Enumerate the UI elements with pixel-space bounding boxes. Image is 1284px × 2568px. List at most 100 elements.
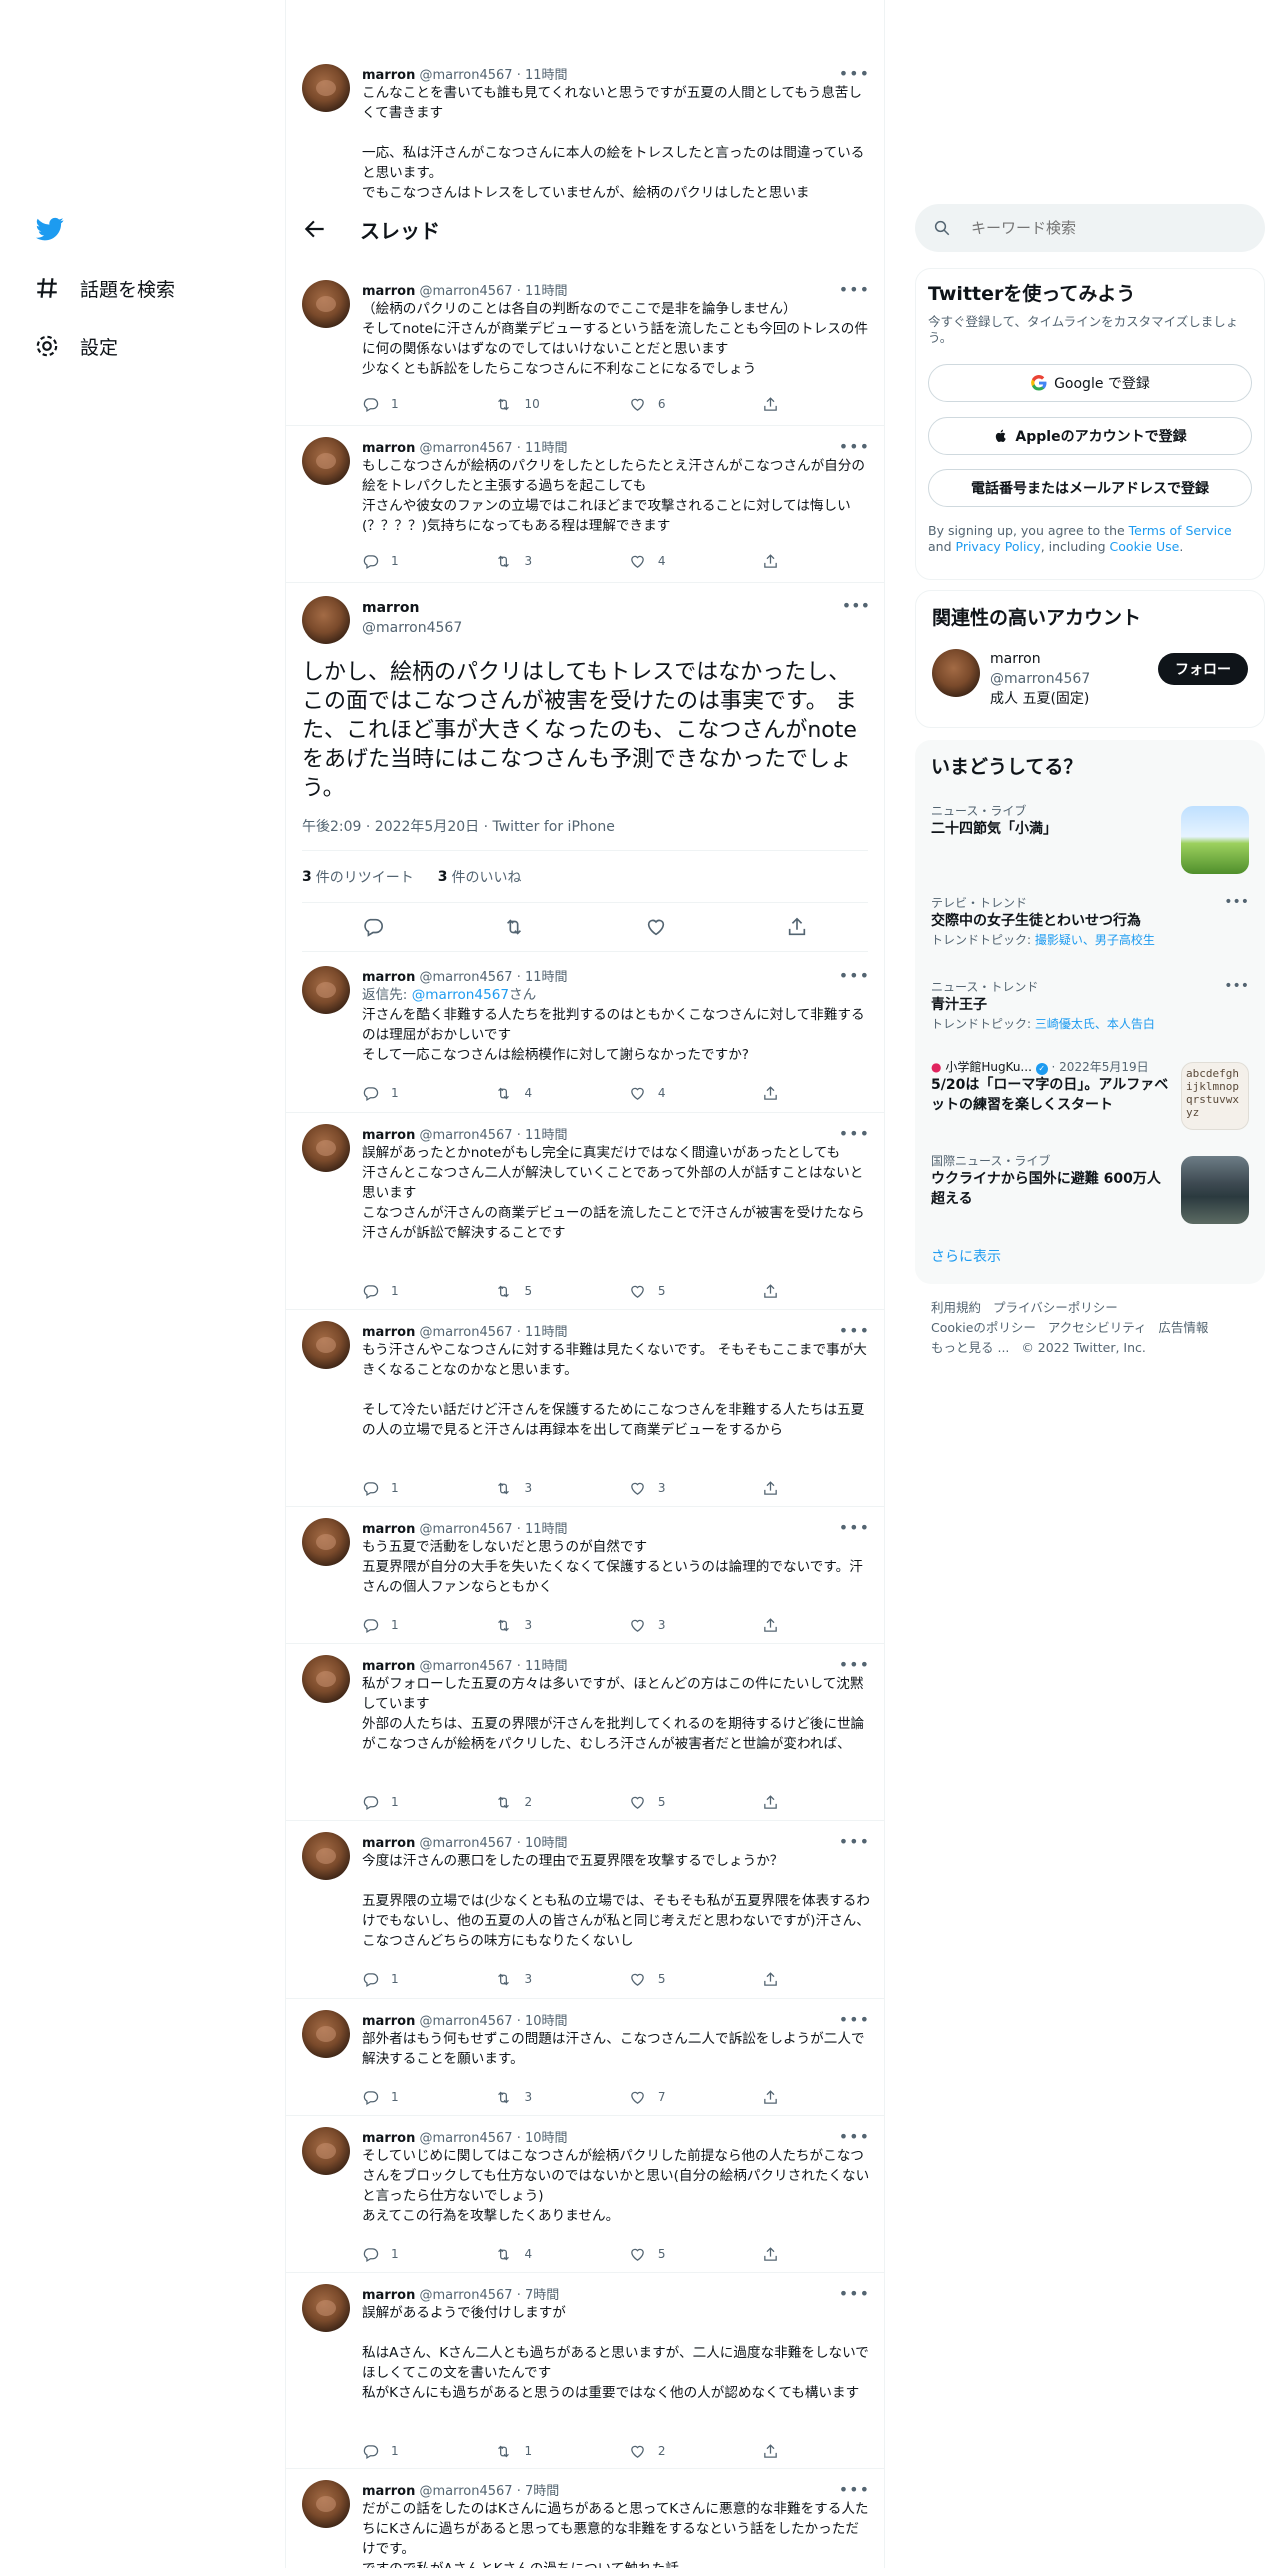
share-button[interactable] — [762, 394, 792, 414]
author-name[interactable]: marron — [362, 1128, 415, 1143]
tweet-timestamp[interactable]: 午後2:09 · 2022年5月20日 · Twitter for iPhone — [302, 816, 615, 836]
phone-signup-button[interactable]: 電話番号またはメールアドレスで登録 — [928, 469, 1252, 507]
tweet-time[interactable]: · 11時間 — [517, 1128, 568, 1143]
tweet[interactable]: marron @marron4567 · 11時間 ••• （絵柄のパクリのことは… — [286, 280, 884, 437]
avatar[interactable] — [302, 1518, 350, 1566]
author-handle[interactable]: @marron4567 — [419, 1522, 512, 1537]
avatar[interactable] — [302, 437, 350, 485]
tweet[interactable]: marron @marron4567 · 10時間 ••• そしていじめに関しては… — [286, 2127, 884, 2284]
reply-button[interactable]: 1 — [362, 1281, 495, 1301]
tweet-time[interactable]: · 11時間 — [517, 68, 568, 83]
author-handle[interactable]: @marron4567 — [419, 68, 512, 83]
share-button[interactable] — [762, 1281, 792, 1301]
like-button[interactable]: 7 — [629, 2087, 762, 2107]
retweet-button[interactable]: 3 — [495, 551, 628, 571]
tweet[interactable]: marron @marron4567 · 10時間 ••• 今度は汗さんの悪口をし… — [286, 1832, 884, 2010]
author-handle[interactable]: @marron4567 — [419, 441, 512, 456]
author-name[interactable]: marron — [362, 2014, 415, 2029]
retweet-button[interactable]: 5 — [495, 1281, 628, 1301]
tweet[interactable]: marron @marron4567 · 11時間 ••• もしこなつさんが絵柄の… — [286, 437, 884, 594]
avatar[interactable] — [302, 1321, 350, 1369]
retweet-button[interactable]: 1 — [495, 2441, 628, 2461]
tweet-time[interactable]: · 7時間 — [517, 2288, 560, 2303]
more-icon[interactable]: ••• — [839, 2010, 870, 2029]
footer-link[interactable]: 利用規約 — [931, 1300, 981, 1315]
author-handle[interactable]: @marron4567 — [419, 970, 512, 985]
share-button[interactable] — [762, 1478, 792, 1498]
author-name[interactable]: marron — [362, 2288, 415, 2303]
tweet-time[interactable]: · 11時間 — [517, 1522, 568, 1537]
related-handle[interactable]: @marron4567 — [990, 669, 1090, 689]
more-icon[interactable]: ••• — [839, 1655, 870, 1674]
author-name[interactable]: marron — [362, 1522, 415, 1537]
footer-link[interactable]: 広告情報 — [1158, 1320, 1208, 1335]
retweet-button[interactable]: 4 — [495, 1083, 628, 1103]
more-icon[interactable]: ••• — [839, 1832, 870, 1851]
avatar[interactable] — [302, 2480, 350, 2528]
share-button[interactable] — [762, 551, 792, 571]
footer-link[interactable]: アクセシビリティ — [1048, 1320, 1147, 1335]
author-handle[interactable]: @marron4567 — [362, 620, 462, 636]
more-icon[interactable]: ••• — [1224, 894, 1249, 910]
more-icon[interactable]: ••• — [839, 2284, 870, 2303]
likes-count[interactable]: 3 — [438, 869, 448, 885]
author-handle[interactable]: @marron4567 — [419, 1325, 512, 1340]
more-icon[interactable]: ••• — [839, 2480, 870, 2499]
tweet[interactable]: marron @marron4567 · 11時間 ••• 返信先: @marr… — [286, 966, 884, 1124]
more-icon[interactable]: ••• — [839, 280, 870, 299]
like-button[interactable]: 5 — [629, 1281, 762, 1301]
share-button[interactable] — [762, 1615, 792, 1635]
author-handle[interactable]: @marron4567 — [419, 1128, 512, 1143]
author-handle[interactable]: @marron4567 — [419, 284, 512, 299]
reply-button[interactable]: 1 — [362, 1615, 495, 1635]
author-name[interactable]: marron — [362, 1836, 415, 1851]
tweet-time[interactable]: · 7時間 — [517, 2484, 560, 2499]
author-name[interactable]: marron — [362, 600, 419, 616]
like-button[interactable]: 6 — [629, 394, 762, 414]
reply-button[interactable]: 1 — [362, 1083, 495, 1103]
author-handle[interactable]: @marron4567 — [419, 2014, 512, 2029]
trend-item[interactable]: 国際ニュース・ライブ ウクライナから国外に避難 600万人超える — [931, 1152, 1249, 1232]
reply-button[interactable]: 1 — [362, 1969, 495, 1989]
author-name[interactable]: marron — [362, 970, 415, 985]
trend-sub-links[interactable]: 撮影疑い、男子高校生 — [1035, 933, 1155, 947]
trend-item[interactable]: ニュース・トレンド 青汁王子 トレンドトピック: 三崎優太氏、本人告白 ••• — [931, 978, 1249, 1044]
avatar[interactable] — [302, 966, 350, 1014]
author-handle[interactable]: @marron4567 — [419, 1836, 512, 1851]
share-button[interactable] — [762, 1792, 792, 1812]
avatar[interactable] — [302, 2127, 350, 2175]
retweet-button[interactable]: 3 — [495, 2087, 628, 2107]
more-icon[interactable]: ••• — [842, 596, 870, 615]
tweet-time[interactable]: · 10時間 — [517, 1836, 568, 1851]
trend-thumbnail[interactable] — [1181, 1156, 1249, 1224]
reply-button[interactable]: 1 — [362, 394, 495, 414]
tweet[interactable]: marron @marron4567 · 11時間 ••• 誤解があったとかnot… — [286, 1124, 884, 1321]
apple-signup-button[interactable]: Appleのアカウントで登録 — [928, 417, 1252, 455]
share-icon[interactable] — [786, 916, 808, 938]
like-button[interactable]: 5 — [629, 2244, 762, 2264]
avatar[interactable] — [302, 2284, 350, 2332]
back-arrow-icon[interactable] — [302, 216, 328, 242]
like-button[interactable]: 5 — [629, 1969, 762, 1989]
tweet-time[interactable]: · 11時間 — [517, 970, 568, 985]
author-handle[interactable]: @marron4567 — [419, 2484, 512, 2499]
share-button[interactable] — [762, 1083, 792, 1103]
privacy-link[interactable]: Privacy Policy — [956, 539, 1041, 554]
trend-sub-links[interactable]: 三崎優太氏、本人告白 — [1035, 1017, 1155, 1031]
reply-button[interactable]: 1 — [362, 551, 495, 571]
search-input[interactable] — [971, 219, 1251, 237]
like-icon[interactable] — [645, 916, 667, 938]
nav-settings[interactable]: 設定 — [34, 326, 118, 366]
author-name[interactable]: marron — [362, 68, 415, 83]
avatar[interactable] — [302, 1124, 350, 1172]
tweet-time[interactable]: · 11時間 — [517, 284, 568, 299]
reply-button[interactable]: 1 — [362, 1478, 495, 1498]
more-icon[interactable]: ••• — [839, 64, 870, 83]
tweet-time[interactable]: · 10時間 — [517, 2014, 568, 2029]
reply-button[interactable]: 1 — [362, 2087, 495, 2107]
more-icon[interactable]: ••• — [839, 437, 870, 456]
tweet-time[interactable]: · 11時間 — [517, 1325, 568, 1340]
avatar[interactable] — [302, 2010, 350, 2058]
tweet[interactable]: marron @marron4567 · 10時間 ••• 部外者はもう何もせずこ… — [286, 2010, 884, 2127]
like-button[interactable]: 4 — [629, 1083, 762, 1103]
